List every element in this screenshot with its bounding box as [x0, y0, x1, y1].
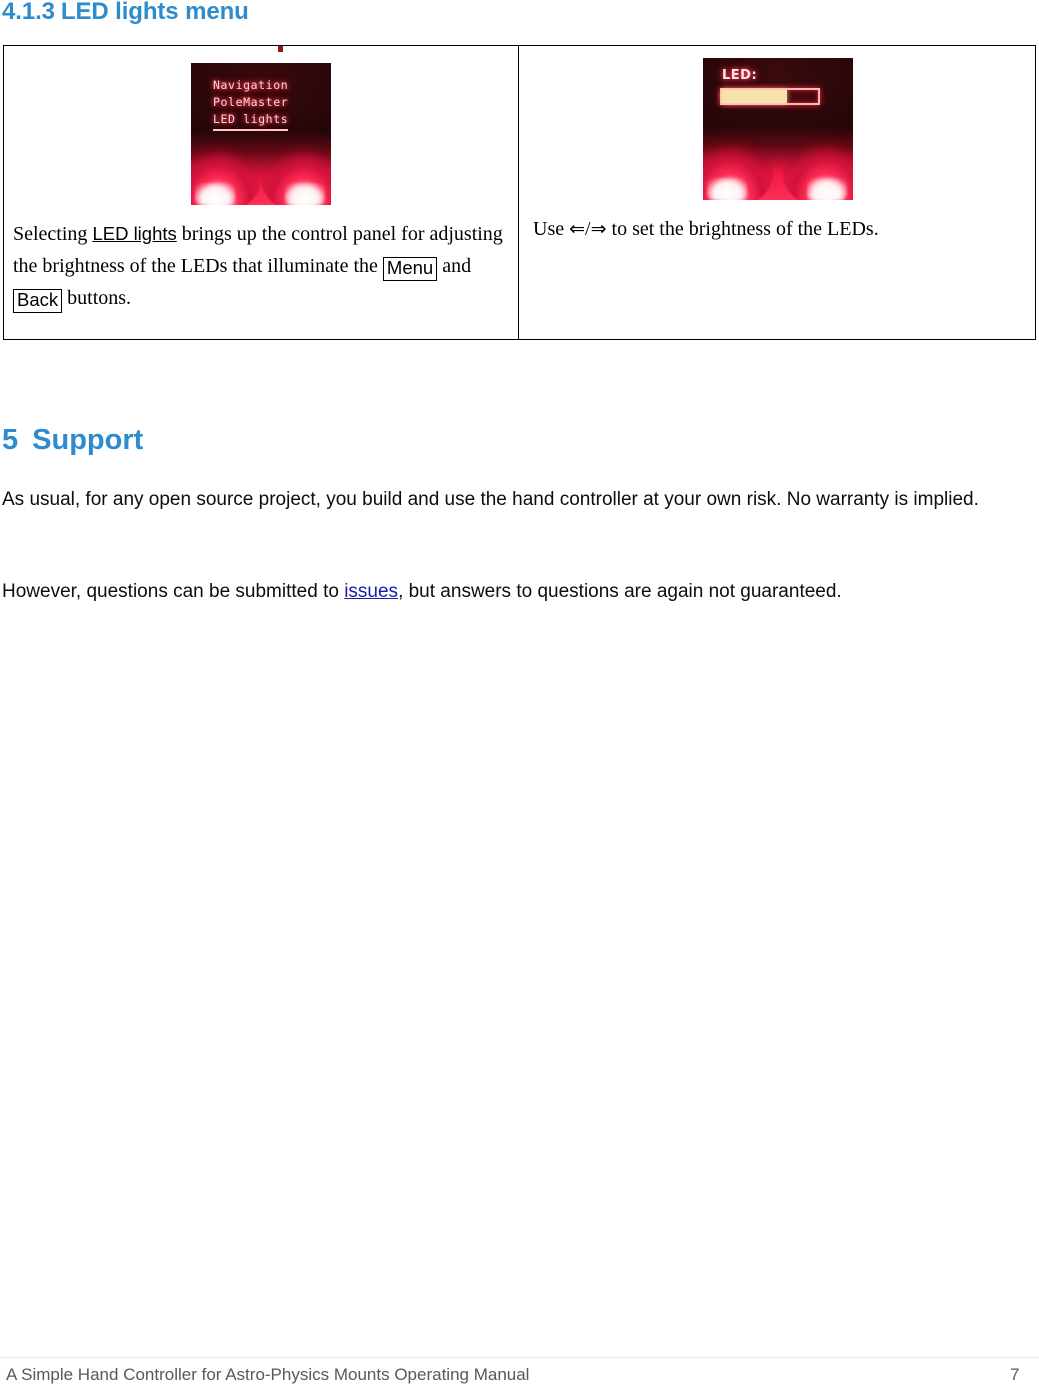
red-dot-artifact [278, 46, 283, 52]
support-paragraph-2: However, questions can be submitted to i… [2, 576, 1032, 607]
lcd-screen-brightness: LED: [703, 58, 853, 200]
lcd-brightness-bar-fill [722, 90, 788, 103]
caption-text-before: Selecting [13, 223, 93, 245]
footer-page-number: 7 [1010, 1365, 1020, 1384]
table-cell-left: Navigation PoleMaster LED lights Selecti… [4, 46, 518, 339]
section-title: LED lights menu [60, 0, 249, 25]
support-paragraph-1: As usual, for any open source project, y… [2, 489, 979, 510]
lcd-menu-item-led-lights-selected: LED lights [213, 111, 289, 131]
page-title: 4.1.3 LED lights menu [2, 0, 249, 26]
lcd-menu-item-navigation: Navigation [213, 78, 289, 92]
support-heading-number: 5 [2, 424, 19, 456]
right-arrow-icon: ⇒ [590, 218, 607, 240]
key-box-menu: Menu [382, 257, 438, 281]
comparison-table: Navigation PoleMaster LED lights Selecti… [3, 45, 1036, 340]
led-highlight-right [285, 183, 325, 205]
key-box-back: Back [13, 289, 63, 313]
left-arrow-icon: ⇐ [569, 218, 586, 240]
support-heading-title: Support [32, 424, 144, 456]
section-number: 4.1.3 [2, 0, 55, 25]
lcd-label-led: LED: [722, 68, 758, 83]
lcd-brightness-bar [720, 88, 820, 105]
footer-document-title: A Simple Hand Controller for Astro-Physi… [6, 1365, 530, 1384]
ui-item-led-lights: LED lights [92, 223, 177, 244]
footer-divider [0, 1357, 1039, 1358]
lcd-photo-menu-wrapper: Navigation PoleMaster LED lights [191, 46, 331, 205]
led-highlight-right [807, 178, 847, 200]
left-cell-caption: Selecting LED lights brings up the contr… [4, 218, 518, 314]
led-highlight-left [707, 178, 747, 200]
issues-link[interactable]: issues [344, 581, 398, 602]
caption-text-before: Use [533, 218, 570, 240]
led-highlight-left [195, 183, 235, 205]
paragraph-text-after: , but answers to questions are again not… [398, 581, 842, 602]
support-heading: 5 Support [2, 424, 143, 457]
lcd-menu-item-polemaster: PoleMaster [213, 95, 289, 109]
caption-text-after: to set the brightness of the LEDs. [606, 218, 879, 240]
lcd-photo-slider-wrapper: LED: [703, 46, 853, 200]
caption-text-conjunction: and [437, 255, 472, 277]
caption-text-after: buttons. [62, 287, 132, 309]
paragraph-text-before: However, questions can be submitted to [2, 581, 345, 602]
lcd-menu-text: Navigation PoleMaster LED lights [213, 77, 289, 131]
table-cell-right: LED: Use ⇐/⇒ to set the brightness of th… [518, 46, 1037, 339]
right-cell-caption: Use ⇐/⇒ to set the brightness of the LED… [519, 213, 1037, 245]
lcd-screen-menu: Navigation PoleMaster LED lights [191, 63, 331, 205]
